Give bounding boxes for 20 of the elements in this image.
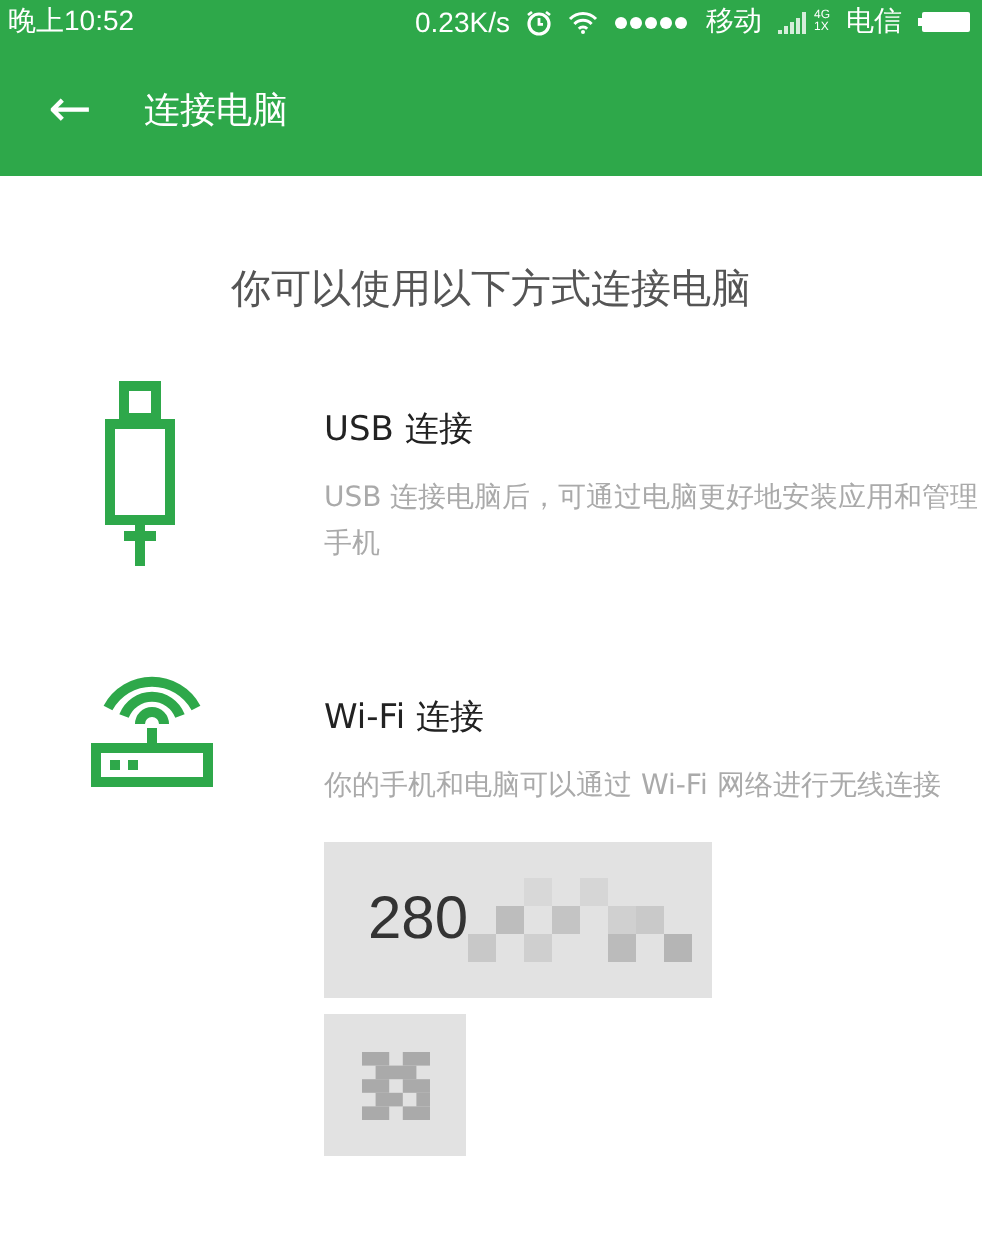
back-button[interactable]: ←	[36, 80, 104, 140]
method-title: USB 连接	[324, 408, 475, 452]
connection-code: 280	[368, 886, 469, 954]
carrier-name: 移动	[705, 4, 762, 40]
signal-icon	[777, 11, 810, 33]
qr-code-icon	[361, 1051, 429, 1119]
page-title: 连接电脑	[144, 88, 288, 134]
alarm-icon	[525, 9, 552, 35]
usb-cable-icon	[104, 380, 176, 572]
carrier-name: 电信	[846, 4, 902, 40]
status-time: 晚上10:52	[8, 4, 135, 40]
wifi-icon	[567, 10, 598, 34]
method-description: 你的手机和电脑可以通过 Wi-Fi 网络进行无线连接	[324, 768, 943, 806]
network-speed: 0.23K/s	[415, 6, 510, 38]
battery-icon	[918, 12, 970, 32]
method-title: Wi-Fi 连接	[324, 696, 486, 740]
signal-dots-icon	[613, 15, 690, 29]
method-description: USB 连接电脑后，可通过电脑更好地安装应用和管理手机	[324, 480, 981, 564]
blurred-code-icon	[468, 878, 693, 962]
section-heading: 你可以使用以下方式连接电脑	[229, 262, 753, 316]
